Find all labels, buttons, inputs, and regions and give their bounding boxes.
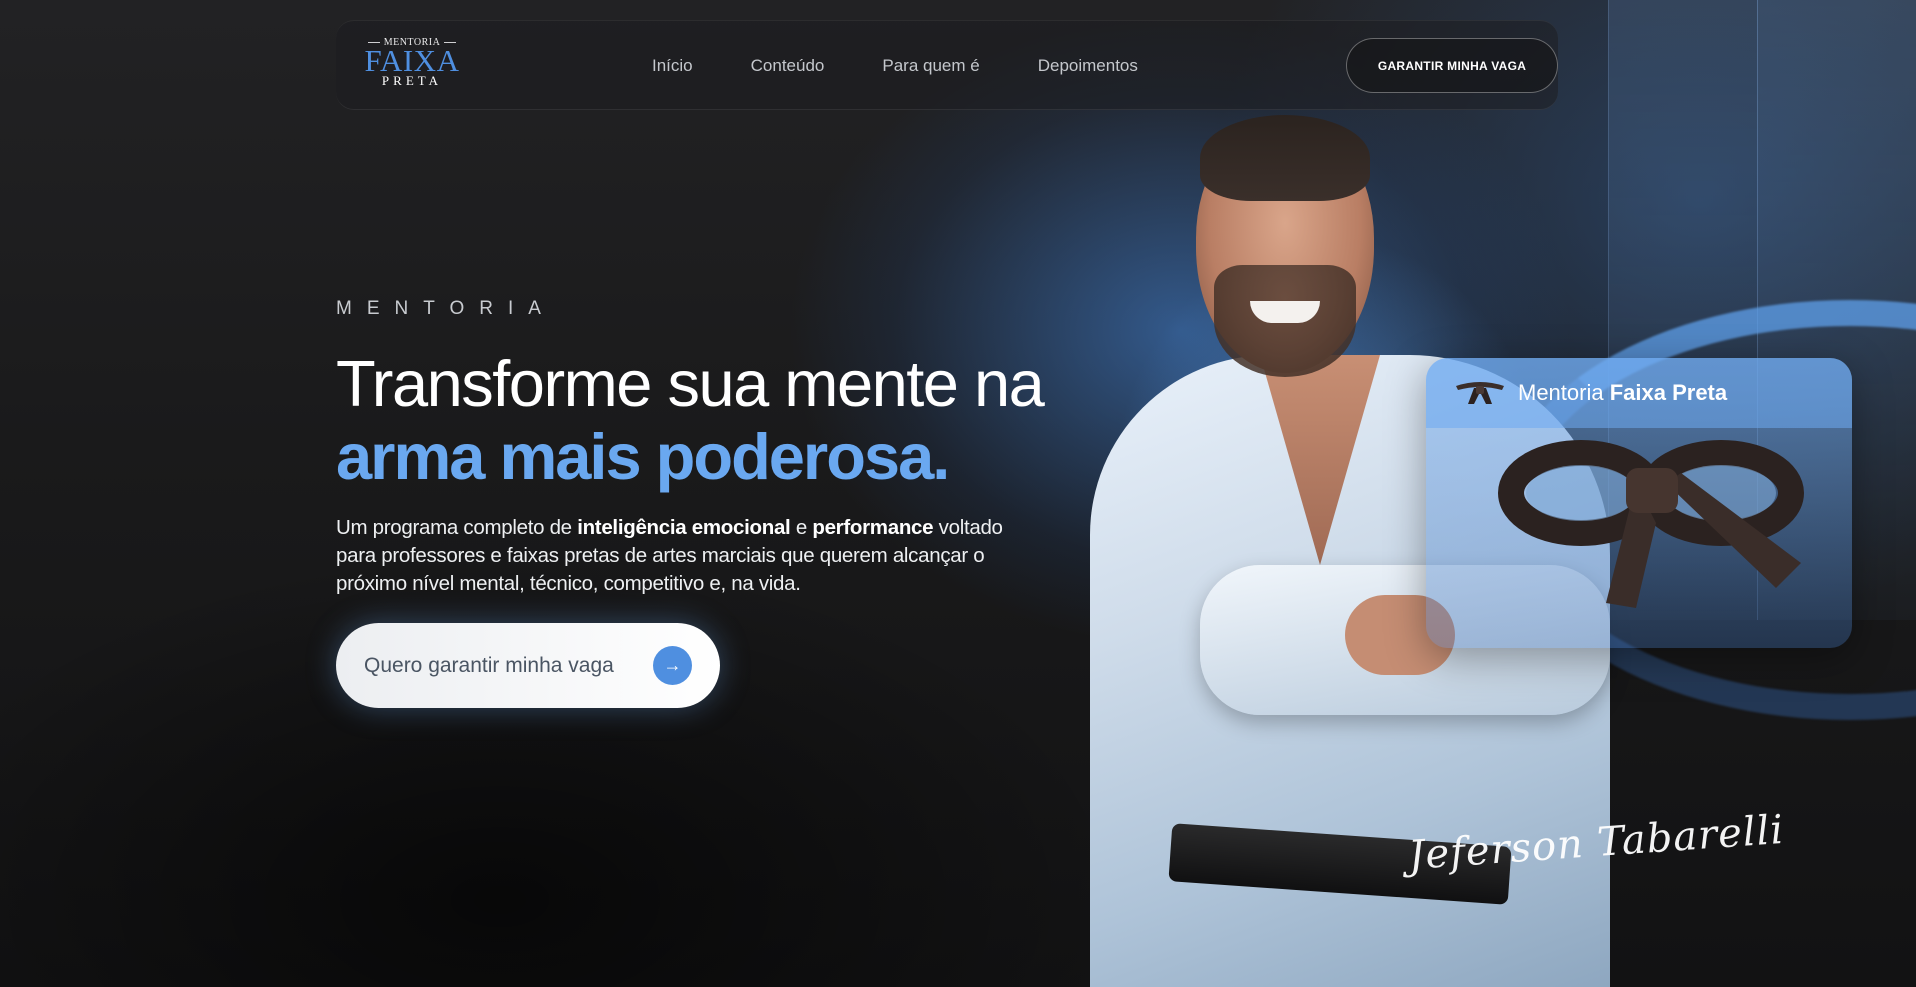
logo-main-text: FAIXA [364,43,460,78]
nav-link-depoimentos[interactable]: Depoimentos [1038,56,1138,76]
hero-description: Um programa completo de inteligência emo… [336,514,1036,598]
nav-link-conteudo[interactable]: Conteúdo [751,56,825,76]
navbar: MENTORIA FAIXA PRETA Início Conteúdo Par… [336,20,1558,110]
nav-cta-button[interactable]: GARANTIR MINHA VAGA [1346,38,1558,93]
desc-text: Um programa completo de [336,516,578,539]
nav-links: Início Conteúdo Para quem é Depoimentos [652,21,1196,111]
hero-headline: Transforme sua mente na arma mais podero… [336,348,1096,494]
logo[interactable]: MENTORIA FAIXA PRETA [364,37,460,97]
card-title-regular: Mentoria [1518,380,1610,405]
nav-link-para-quem-e[interactable]: Para quem é [882,56,979,76]
desc-text: e [790,516,813,539]
hero-eyebrow: MENTORIA [336,298,556,319]
card-title-bold: Faixa Preta [1609,380,1728,405]
mentoria-card: Mentoria Faixa Preta [1426,358,1852,648]
landing-page: MENTORIA FAIXA PRETA Início Conteúdo Par… [0,0,1916,987]
black-belt-image [1498,440,1804,608]
headline-line-2: arma mais poderosa. [336,420,950,493]
headline-line-1: Transforme sua mente na [336,347,1045,420]
person-smile [1250,301,1320,323]
arrow-right-icon: → [653,646,692,685]
desc-bold: performance [812,516,934,539]
nav-link-inicio[interactable]: Início [652,56,693,76]
person-hair [1200,115,1370,201]
belt-icon [1456,382,1504,404]
card-title: Mentoria Faixa Preta [1518,380,1727,406]
hero-cta-button[interactable]: Quero garantir minha vaga → [336,623,720,708]
hero-cta-label: Quero garantir minha vaga [364,653,614,677]
desc-bold: inteligência emocional [577,516,791,539]
